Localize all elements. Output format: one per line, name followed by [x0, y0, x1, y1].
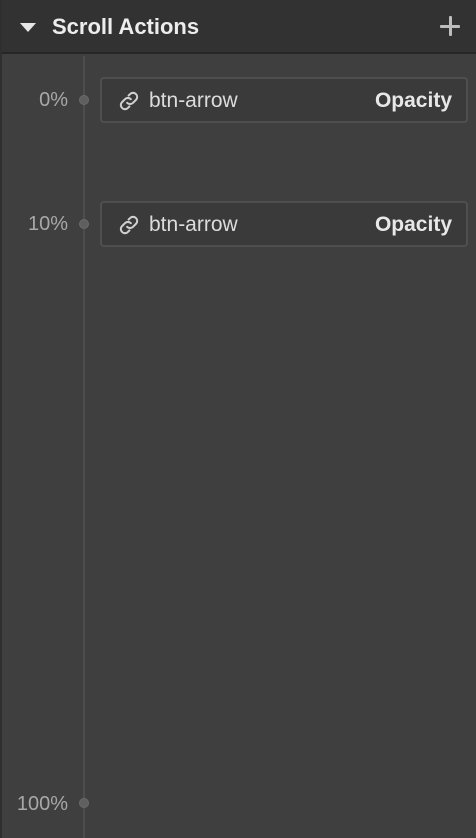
action-target-label: btn-arrow [149, 213, 238, 236]
action-target-label: btn-arrow [149, 89, 238, 112]
scroll-actions-panel: Scroll Actions 0% btn-arrow Opacity 10% … [0, 0, 476, 838]
keyframe-percent-label: 100% [16, 793, 68, 815]
panel-title: Scroll Actions [52, 14, 200, 39]
keyframe-dot[interactable] [79, 219, 89, 229]
action-property-label: Opacity [374, 213, 452, 236]
keyframe-dot[interactable] [79, 798, 89, 808]
caret-down-icon[interactable] [20, 23, 36, 32]
timeline-track [83, 56, 85, 838]
panel-header: Scroll Actions [2, 0, 476, 54]
keyframe-percent-label: 10% [27, 213, 68, 235]
keyframe-dot[interactable] [79, 95, 89, 105]
scroll-action-item[interactable]: btn-arrow Opacity [100, 201, 468, 247]
link-icon [119, 91, 139, 111]
link-icon [119, 215, 139, 235]
add-action-button[interactable] [438, 14, 462, 38]
action-property-label: Opacity [374, 89, 452, 112]
scroll-action-item[interactable]: btn-arrow Opacity [100, 77, 468, 123]
keyframe-percent-label: 0% [39, 89, 68, 111]
